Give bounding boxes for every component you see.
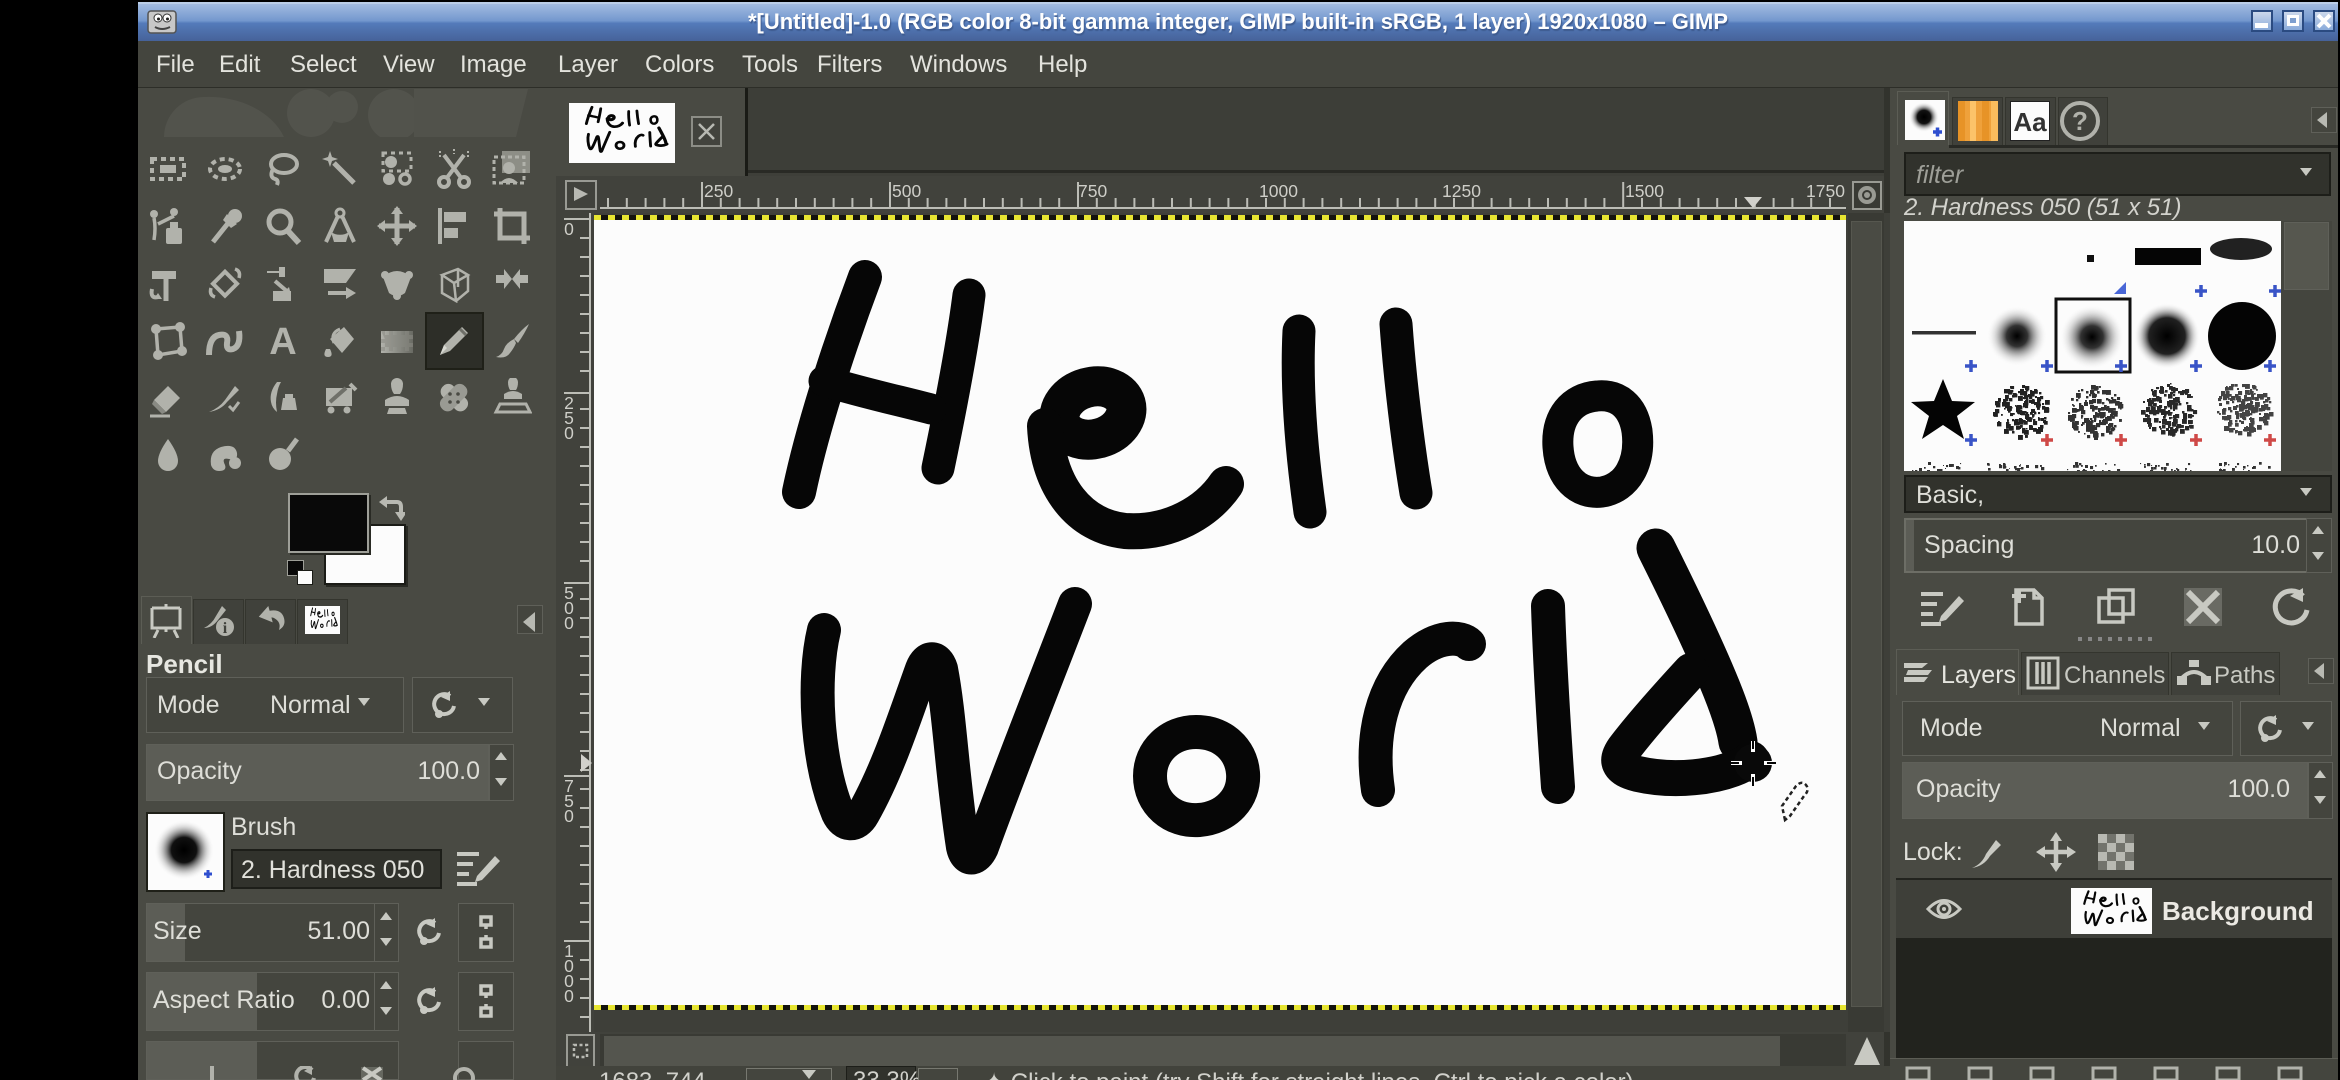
svg-text:1500: 1500: [1625, 181, 1664, 201]
svg-text:0: 0: [564, 219, 574, 239]
svg-text:0: 0: [564, 986, 574, 1006]
svg-text:?: ?: [2072, 106, 2088, 136]
svg-text:750: 750: [1078, 181, 1107, 201]
svg-text:1000: 1000: [1259, 181, 1298, 201]
svg-text:250: 250: [704, 181, 733, 201]
svg-text:1750: 1750: [1806, 181, 1845, 201]
svg-text:0: 0: [564, 423, 574, 443]
svg-text:A: A: [269, 321, 296, 361]
svg-text:0: 0: [564, 806, 574, 826]
svg-text:1250: 1250: [1442, 181, 1481, 201]
svg-text:i: i: [223, 620, 228, 637]
svg-text:500: 500: [892, 181, 921, 201]
svg-text:0: 0: [564, 613, 574, 633]
